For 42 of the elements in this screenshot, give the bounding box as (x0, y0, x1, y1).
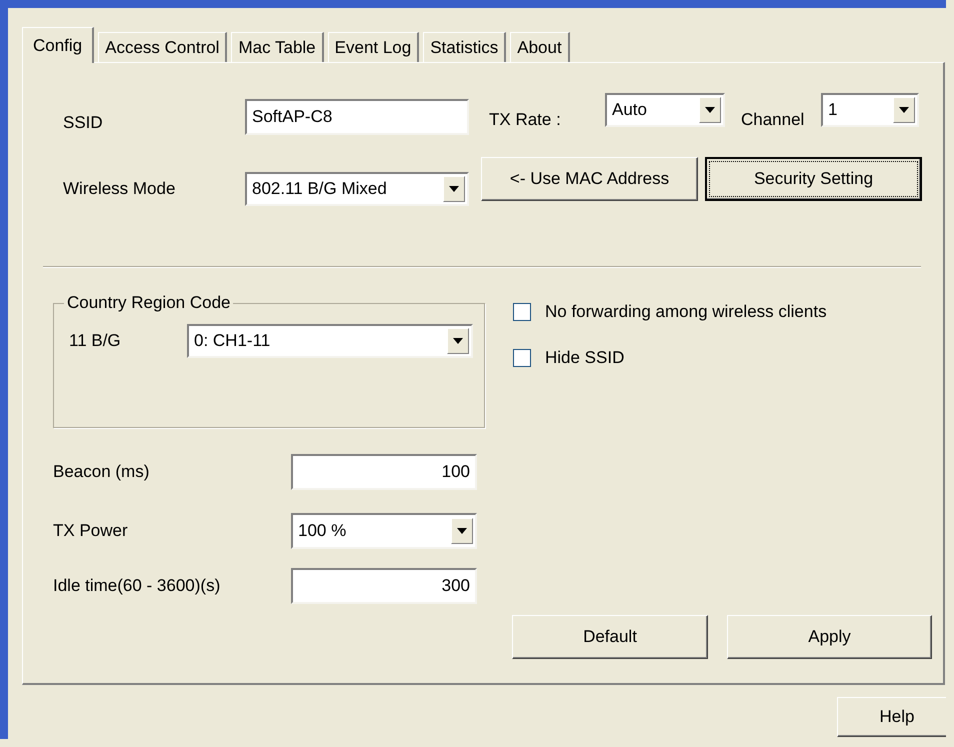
dropdown[interactable]: 100 % (291, 513, 477, 549)
security-setting-button[interactable]: Security Setting (705, 157, 922, 201)
default-button[interactable]: Default (512, 615, 708, 659)
caret-icon (453, 338, 463, 344)
dropdown[interactable]: 1 (821, 93, 919, 127)
help-button[interactable]: Help (837, 697, 946, 737)
input-field[interactable]: 100 (291, 454, 477, 490)
tab[interactable]: About (510, 32, 570, 62)
caret-icon (705, 107, 715, 113)
field-label: TX Power (53, 520, 129, 542)
field-label: SSID (63, 112, 104, 134)
dropdown-button[interactable] (893, 97, 915, 123)
field-label: Wireless Mode (63, 178, 176, 200)
caret-icon (449, 186, 459, 192)
input-field[interactable]: SoftAP-C8 (245, 99, 469, 135)
field-label: 11 B/G (69, 330, 122, 352)
field-label: Beacon (ms) (53, 461, 150, 483)
use-mac-address-button[interactable]: <- Use MAC Address (481, 157, 698, 201)
input-field[interactable]: 300 (291, 568, 477, 604)
tab[interactable]: Config (22, 27, 94, 63)
dropdown-button[interactable] (699, 97, 721, 123)
checkbox-label[interactable]: No forwarding among wireless clients (545, 302, 827, 322)
dropdown-button[interactable] (447, 328, 469, 354)
dropdown-button[interactable] (451, 518, 473, 544)
dropdown[interactable]: 802.11 B/G Mixed (245, 172, 469, 206)
dropdown[interactable]: 0: CH1-11 (187, 324, 473, 358)
field-label: Idle time(60 - 3600)(s) (53, 575, 222, 597)
tab[interactable]: Statistics (423, 32, 506, 62)
field-label: Channel (741, 109, 806, 131)
dropdown-button[interactable] (443, 176, 465, 202)
tab[interactable]: Mac Table (231, 32, 324, 62)
caret-icon (899, 107, 909, 113)
caret-icon (457, 528, 467, 534)
dropdown[interactable]: Auto (605, 93, 725, 127)
tab[interactable]: Access Control (98, 32, 228, 62)
field-label: TX Rate : (489, 109, 562, 131)
checkbox[interactable] (513, 303, 531, 321)
group-title: Country Region Code (64, 294, 234, 312)
tab[interactable]: Event Log (328, 32, 420, 62)
checkbox-label[interactable]: Hide SSID (545, 348, 624, 368)
checkbox[interactable] (513, 349, 531, 367)
apply-button[interactable]: Apply (727, 615, 932, 659)
